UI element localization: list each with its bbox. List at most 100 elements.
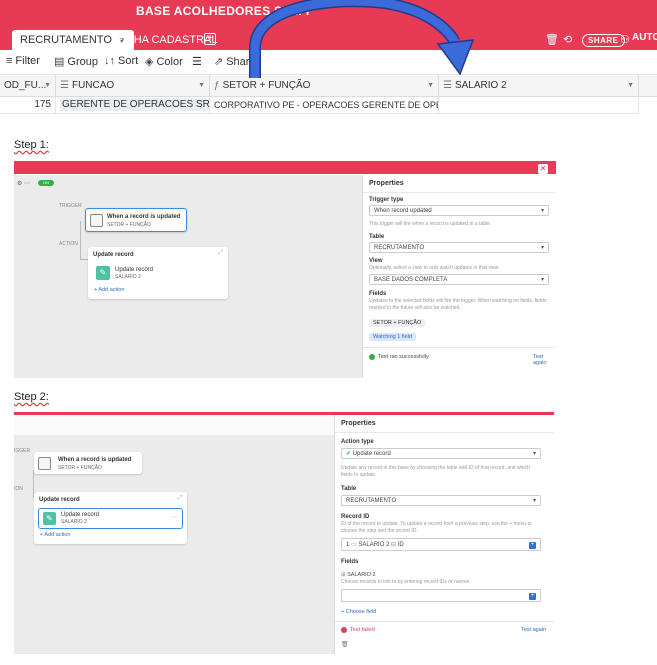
row-height-icon[interactable]: ☰ bbox=[192, 55, 202, 68]
chevron-down-icon[interactable]: ▼ bbox=[198, 75, 205, 96]
trigger-title: When a record is updated bbox=[107, 214, 181, 220]
cell-setor-funcao[interactable]: CORPORATIVO PE - OPERACOES GERENTE DE OP… bbox=[210, 96, 439, 114]
sort-button[interactable]: ↓↑ Sort bbox=[104, 55, 138, 67]
action-group: Update record ⤢ ✎ Update record SALARIO … bbox=[88, 247, 228, 299]
view-label: View bbox=[369, 258, 383, 264]
automation-toggle[interactable]: ON bbox=[38, 180, 54, 186]
add-action-button[interactable]: + Add action bbox=[40, 532, 70, 538]
properties-title: Properties bbox=[363, 175, 556, 193]
color-label: Color bbox=[156, 56, 183, 68]
field-name: ⊞ SALARIO 2 bbox=[341, 572, 376, 578]
filter-icon: ≡ bbox=[6, 55, 13, 67]
field-value-input[interactable]: + bbox=[341, 589, 541, 602]
add-table-icon[interactable]: + bbox=[204, 33, 216, 45]
column-label: SETOR + FUNÇÃO bbox=[222, 80, 311, 91]
table-value: RECRUTAMENTO bbox=[374, 245, 425, 251]
trigger-node[interactable]: When a record is updated SETOR + FUNÇÃO bbox=[34, 452, 142, 474]
choose-field-button[interactable]: + Choose field bbox=[341, 609, 376, 615]
formula-icon: ƒ bbox=[214, 80, 220, 91]
chevron-down-icon: ▾ bbox=[532, 498, 536, 504]
action-title: Update record bbox=[61, 512, 100, 518]
record-id-field: SALARIO 2 bbox=[358, 542, 390, 548]
tab-recrutamento-label: RECRUTAMENTO bbox=[20, 34, 112, 46]
step-2-label: Step 2: bbox=[14, 391, 49, 403]
sort-icon: ↓↑ bbox=[104, 55, 115, 67]
view-select[interactable]: BASE DADOS COMPLETA ▾ bbox=[369, 274, 549, 285]
trash-icon[interactable]: 🗑 bbox=[545, 33, 559, 46]
add-token-icon[interactable]: + bbox=[529, 593, 536, 600]
automation-icon[interactable]: ⚇ bbox=[620, 33, 630, 46]
column-header-cod-fu[interactable]: OD_FU... ▼ bbox=[0, 75, 56, 96]
field-description: Choose records to link to by entering re… bbox=[341, 579, 471, 585]
share-icon: ⇗ bbox=[214, 56, 224, 68]
filter-button[interactable]: ≡ Filter bbox=[6, 55, 40, 67]
color-button[interactable]: ◈ Color bbox=[145, 55, 183, 68]
table-select[interactable]: RECRUTAMENTO ▾ bbox=[369, 242, 549, 253]
test-again-button[interactable]: Test again bbox=[521, 627, 546, 633]
trigger-type-select[interactable]: When record updated ▾ bbox=[369, 205, 549, 216]
record-icon bbox=[90, 214, 103, 227]
expand-icon[interactable]: ⤢ bbox=[218, 250, 223, 257]
more-icon[interactable]: ⋯ bbox=[172, 514, 178, 521]
properties-panel: Properties Action type ✔ Update record ▾ … bbox=[334, 415, 554, 654]
action-type-select[interactable]: ✔ Update record ▾ bbox=[341, 448, 541, 459]
chevron-down-icon[interactable]: ▼ bbox=[627, 75, 634, 96]
airtable-grid-screenshot: BASE ACOLHEDORES SELFI RECRUTAMENTO ▼ FIC… bbox=[0, 0, 657, 125]
trigger-description: This trigger will fire when a record is … bbox=[369, 221, 492, 227]
properties-title: Properties bbox=[335, 415, 554, 433]
add-action-button[interactable]: + Add action bbox=[94, 287, 124, 293]
cell-funcao-chip: GERENTE DE OPERACOES SR bbox=[60, 98, 210, 111]
column-header-funcao[interactable]: ☰ FUNCAO ▼ bbox=[56, 75, 210, 96]
add-token-icon[interactable]: + bbox=[529, 542, 536, 549]
group-icon: ▤ bbox=[54, 56, 65, 68]
watching-fields-button[interactable]: Watching 1 field bbox=[369, 333, 416, 341]
color-icon: ◈ bbox=[145, 56, 154, 68]
step-1-screenshot: ✕ ⚙ ⋯ ON TRIGGER ACTION When a record is… bbox=[14, 161, 556, 378]
cell-cod-fu[interactable]: 175 bbox=[0, 96, 56, 114]
action-group-title: Update record bbox=[39, 497, 80, 503]
action-section-label: ION bbox=[14, 486, 23, 492]
table-select[interactable]: RECRUTAMENTO ▾ bbox=[341, 495, 541, 506]
trigger-section-label: IGGER bbox=[14, 448, 31, 454]
column-label: OD_FU... bbox=[4, 80, 47, 91]
chevron-down-icon[interactable]: ▼ bbox=[44, 75, 51, 96]
trigger-type-label: Trigger type bbox=[369, 197, 404, 203]
view-description: Optionally, select a view to only watch … bbox=[369, 265, 500, 271]
automation-header bbox=[14, 164, 556, 174]
chevron-down-icon: ▾ bbox=[540, 245, 544, 251]
record-id-description: ID of the record to update. To update a … bbox=[341, 521, 532, 534]
action-description: Update any record in this base by choosi… bbox=[341, 465, 530, 478]
cell-salario-2[interactable] bbox=[439, 96, 639, 114]
group-button[interactable]: ▤ Group bbox=[54, 55, 98, 68]
trigger-node[interactable]: When a record is updated SETOR + FUNÇÃO bbox=[85, 208, 187, 232]
action-section-label: ACTION bbox=[59, 241, 78, 247]
trigger-title: When a record is updated bbox=[58, 457, 132, 463]
history-icon[interactable]: ⟲ bbox=[563, 33, 572, 46]
share-button[interactable]: SHARE bbox=[582, 34, 625, 47]
table-label: Table bbox=[341, 486, 357, 492]
pencil-icon: ✎ bbox=[43, 512, 56, 525]
curved-arrow-icon bbox=[249, 0, 475, 78]
step-2-screenshot: IGGER ION When a record is updated SETOR… bbox=[14, 412, 554, 654]
watched-field-chip[interactable]: SETOR + FUNÇÃO bbox=[369, 319, 426, 327]
action-group: Update record ⤢ ✎ Update record SALARIO … bbox=[34, 492, 187, 544]
trash-icon[interactable]: 🗑 bbox=[341, 641, 349, 648]
action-node[interactable]: ✎ Update record SALARIO 2 ⋯ bbox=[38, 508, 183, 529]
gear-icon[interactable]: ⚙ ⋯ bbox=[17, 180, 30, 187]
action-group-title: Update record bbox=[93, 252, 134, 258]
flow-connector bbox=[80, 221, 81, 259]
step-1-text: Step 1: bbox=[14, 139, 49, 151]
automations-button[interactable]: AUTO bbox=[632, 32, 657, 43]
fields-description: Updates to the selected fields will fire… bbox=[369, 298, 547, 311]
step-2-text: Step 2: bbox=[14, 391, 49, 403]
action-type-label: Action type bbox=[341, 439, 374, 445]
success-icon bbox=[369, 354, 375, 360]
expand-icon[interactable]: ⤢ bbox=[177, 495, 182, 502]
check-icon: ✔ bbox=[346, 451, 353, 457]
step-1-label: Step 1: bbox=[14, 139, 49, 151]
close-icon[interactable]: ✕ bbox=[538, 164, 548, 174]
table-value: RECRUTAMENTO bbox=[346, 498, 397, 504]
record-id-input[interactable]: 1 ▭ SALARIO 2 ⊟ ID + bbox=[341, 538, 541, 551]
test-again-button[interactable]: Test again bbox=[533, 354, 556, 366]
cell-funcao[interactable]: GERENTE DE OPERACOES SR bbox=[56, 96, 210, 114]
